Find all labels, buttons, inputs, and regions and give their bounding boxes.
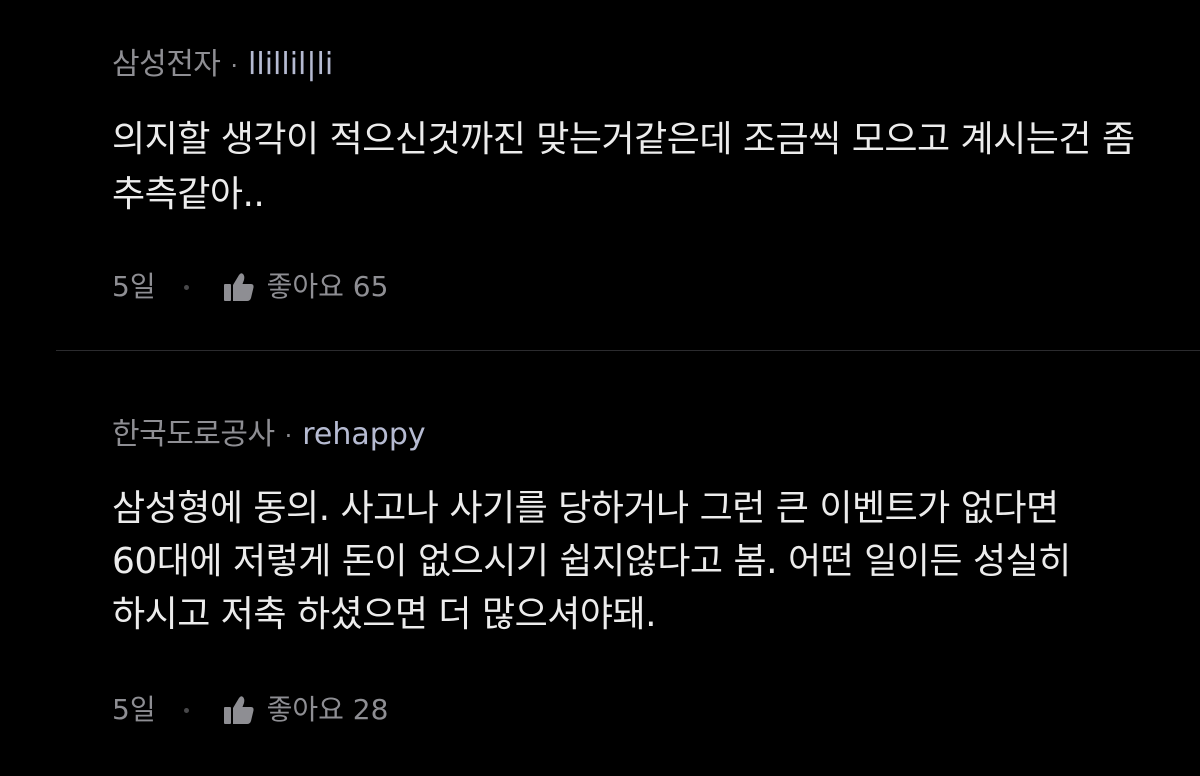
thumbs-up-icon bbox=[223, 696, 254, 724]
like-count: 28 bbox=[352, 693, 389, 726]
comment-list: 삼성전자 · llillil|li 의지할 생각이 적으신것까진 맞는거같은데 조금… bbox=[0, 0, 1200, 776]
comment-divider bbox=[56, 350, 1200, 351]
comment-author[interactable]: 삼성전자 · llillil|li bbox=[112, 40, 333, 90]
meta-separator: · bbox=[230, 52, 239, 80]
meta-separator: · bbox=[284, 422, 293, 450]
like-button[interactable]: 좋아요 65 bbox=[223, 267, 389, 307]
thumbs-up-icon bbox=[223, 273, 254, 301]
author-nickname[interactable]: llillil|li bbox=[248, 47, 333, 82]
like-label: 좋아요 bbox=[266, 270, 344, 303]
footer-dot bbox=[183, 707, 189, 713]
author-company: 한국도로공사 bbox=[112, 417, 275, 452]
comment-time: 5일 bbox=[112, 693, 156, 726]
comment-text: 삼성형에 동의. 사고나 사기를 당하거나 그런 큰 이벤트가 없다면 60대에… bbox=[112, 488, 1071, 635]
comment-text: 의지할 생각이 적으신것까진 맞는거같은데 조금씩 모으고 계시는건 좀 추측같… bbox=[112, 119, 1135, 215]
like-button[interactable]: 좋아요 28 bbox=[223, 690, 389, 730]
comment-footer: 5일 좋아요 65 bbox=[112, 267, 388, 307]
author-company: 삼성전자 bbox=[112, 47, 221, 82]
comment-author[interactable]: 한국도로공사 · rehappy bbox=[112, 410, 426, 460]
like-count: 65 bbox=[352, 270, 389, 303]
comment-time: 5일 bbox=[112, 270, 156, 303]
comment-footer: 5일 좋아요 28 bbox=[112, 690, 388, 730]
footer-dot bbox=[183, 284, 189, 290]
like-label: 좋아요 bbox=[266, 693, 344, 726]
author-nickname[interactable]: rehappy bbox=[302, 417, 425, 452]
